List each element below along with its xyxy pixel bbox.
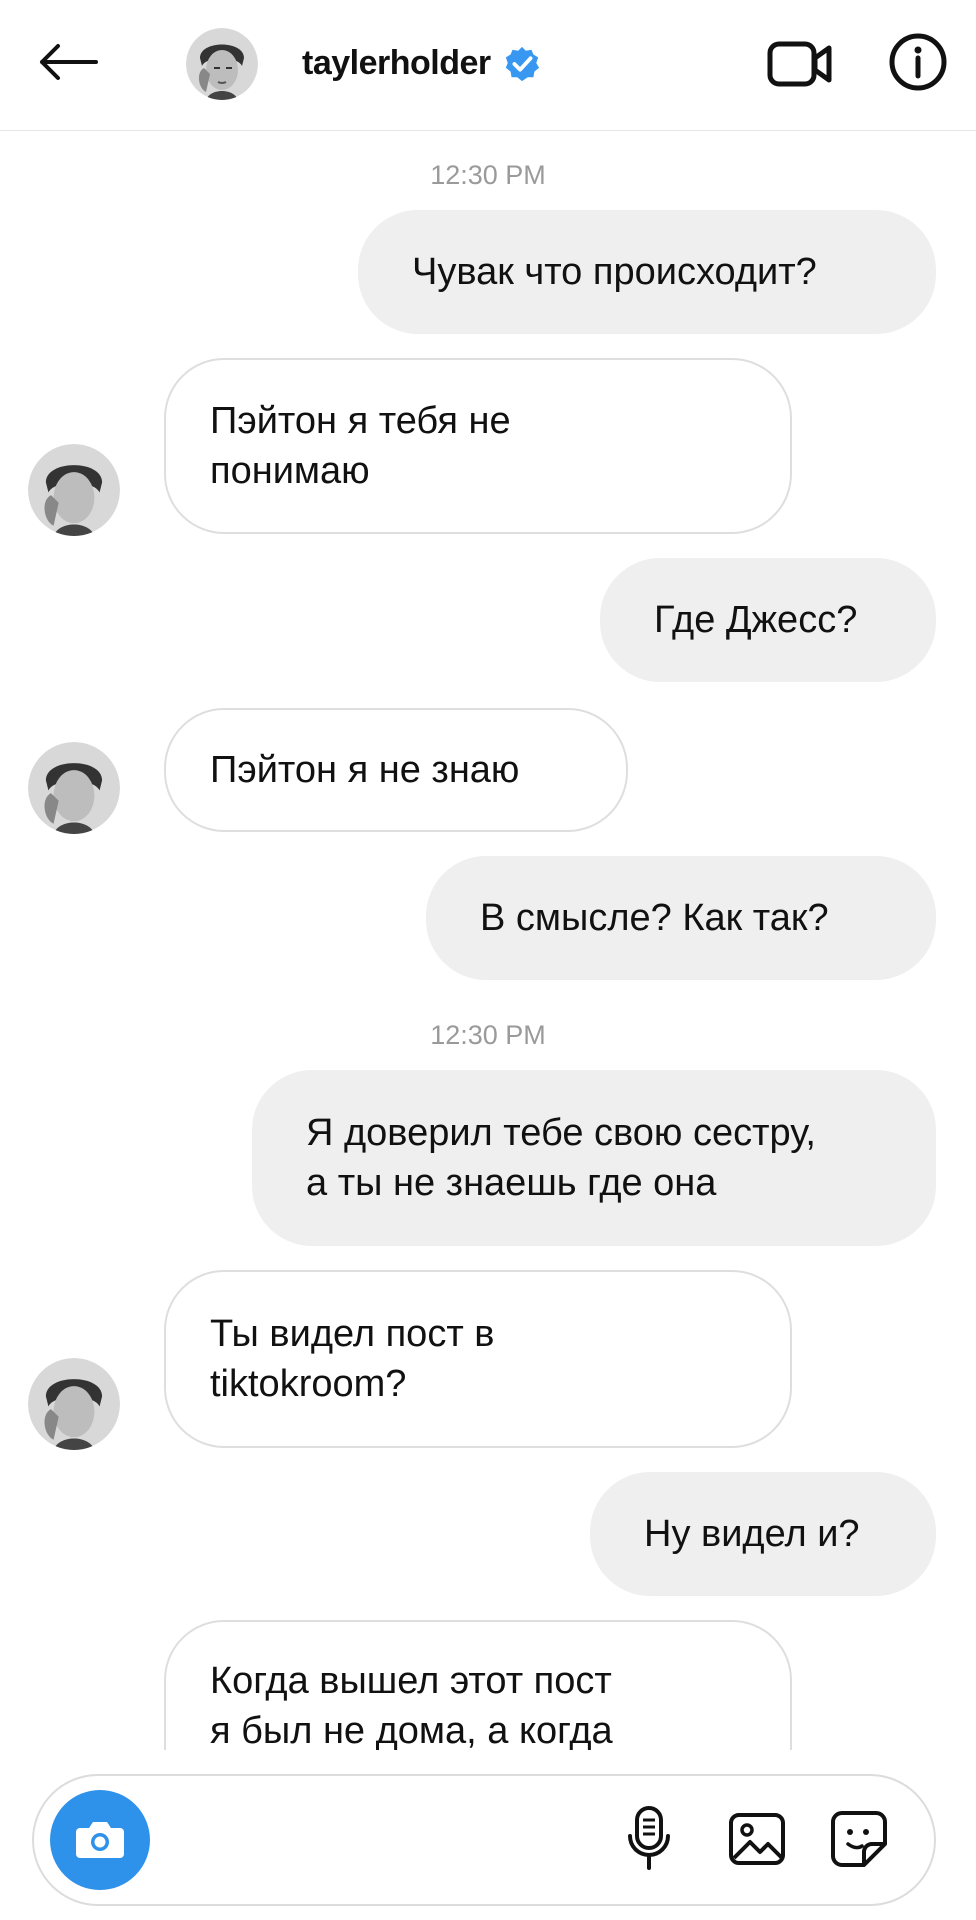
microphone-icon <box>627 1805 671 1877</box>
chat-header: taylerholder <box>0 0 976 131</box>
message-text: В смысле? Как так? <box>480 897 829 939</box>
message-text: понимаю <box>210 450 370 492</box>
username-label: taylerholder <box>302 44 491 82</box>
message-text: tiktokroom? <box>210 1363 407 1405</box>
message-text: Ну видел и? <box>644 1513 860 1555</box>
voice-message-button[interactable] <box>614 1805 684 1877</box>
avatar[interactable] <box>186 28 258 100</box>
info-icon <box>888 32 948 97</box>
message-text: Я доверил тебе свою сестру, <box>306 1112 816 1154</box>
avatar[interactable] <box>28 444 120 536</box>
camera-button[interactable] <box>50 1790 150 1890</box>
avatar[interactable] <box>28 1358 120 1450</box>
message-text: а ты не знаешь где она <box>306 1162 717 1204</box>
sticker-button[interactable] <box>824 1806 894 1876</box>
dm-screen: taylerholder 12:30 PM Чувак что происход… <box>0 0 976 1920</box>
avatar[interactable] <box>28 742 120 834</box>
message-timestamp: 12:30 PM <box>430 1020 546 1050</box>
verified-badge-icon <box>503 45 541 83</box>
outgoing-message[interactable]: В смысле? Как так? <box>426 856 936 980</box>
message-composer <box>32 1774 936 1906</box>
info-button[interactable] <box>886 32 950 96</box>
sticker-icon <box>830 1810 888 1873</box>
outgoing-message[interactable]: Чувак что происходит? <box>358 210 936 334</box>
chat-username[interactable]: taylerholder <box>302 44 541 83</box>
outgoing-message[interactable]: Ну видел и? <box>590 1472 936 1596</box>
video-camera-icon <box>767 40 833 93</box>
message-text: Когда вышел этот пост <box>210 1660 612 1702</box>
gallery-icon <box>728 1812 786 1871</box>
message-text: я был не дома, а когда <box>210 1710 613 1752</box>
message-timestamp: 12:30 PM <box>430 160 546 190</box>
message-text: Чувак что происходит? <box>412 251 817 293</box>
message-text: Ты видел пост в <box>210 1313 495 1355</box>
camera-icon <box>74 1816 126 1865</box>
video-call-button[interactable] <box>764 36 836 96</box>
incoming-message[interactable]: Пэйтон я тебя не понимаю <box>164 358 792 534</box>
incoming-message[interactable]: Ты видел пост в tiktokroom? <box>164 1270 792 1448</box>
message-text: Пэйтон я не знаю <box>210 749 520 791</box>
outgoing-message[interactable]: Я доверил тебе свою сестру, а ты не знае… <box>252 1070 936 1246</box>
message-text: Пэйтон я тебя не <box>210 400 511 442</box>
arrow-left-icon <box>36 42 100 87</box>
message-input[interactable] <box>174 1806 618 1878</box>
back-button[interactable] <box>28 34 108 94</box>
incoming-message[interactable]: Пэйтон я не знаю <box>164 708 628 832</box>
gallery-button[interactable] <box>722 1806 792 1876</box>
outgoing-message[interactable]: Где Джесс? <box>600 558 936 682</box>
message-text: Где Джесс? <box>654 599 858 641</box>
